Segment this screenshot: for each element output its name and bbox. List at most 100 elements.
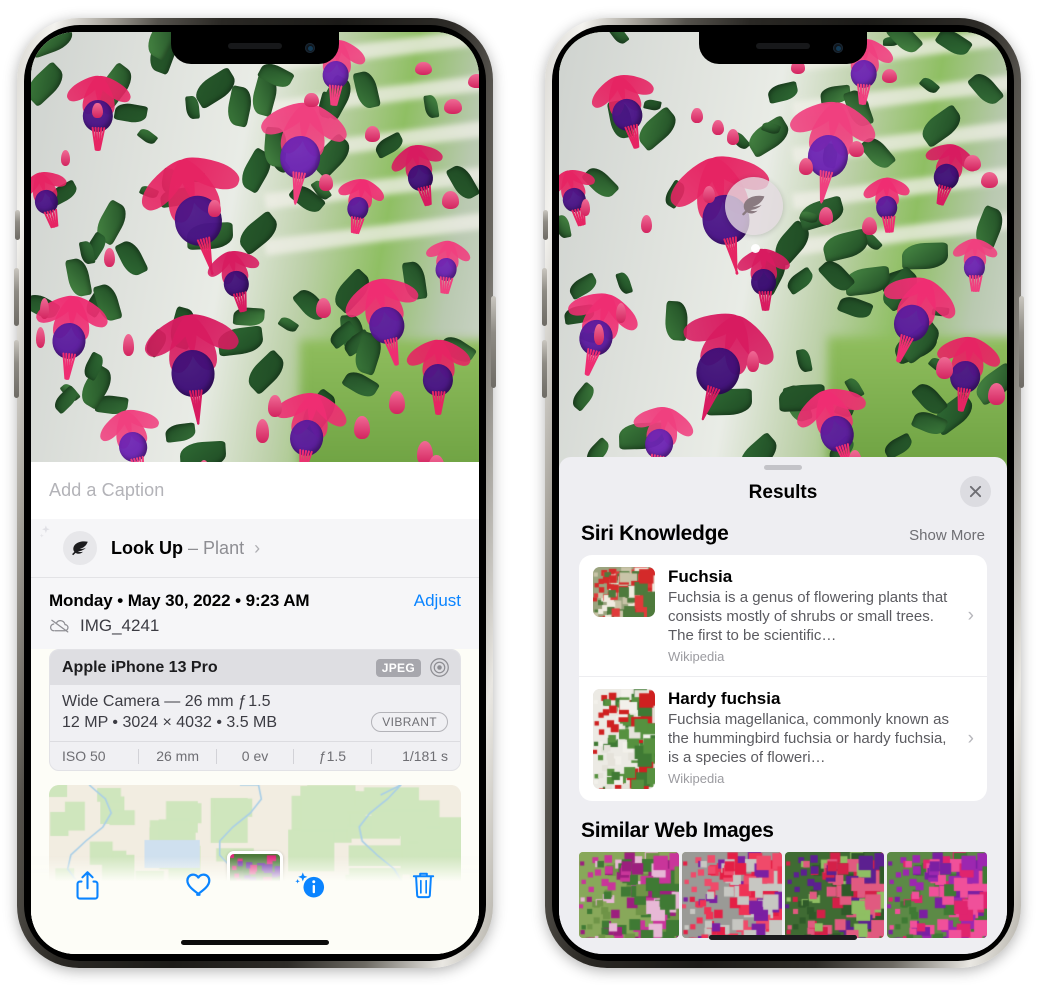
leaf-shape <box>31 60 70 107</box>
silent-switch[interactable] <box>543 210 548 240</box>
flower-bud <box>414 61 432 76</box>
siri-knowledge-header: Siri Knowledge Show More <box>559 516 1007 555</box>
leaf-badge <box>63 531 97 565</box>
heart-icon <box>185 873 210 896</box>
flower-bud <box>208 199 221 218</box>
chevron-right-icon: › <box>254 537 261 558</box>
front-camera-icon <box>833 43 843 53</box>
camera-info-card[interactable]: Apple iPhone 13 Pro JPEG Wide Camera — 2… <box>49 649 461 771</box>
home-indicator[interactable] <box>709 935 857 940</box>
exif-ev: 0 ev <box>241 748 269 764</box>
notch <box>699 32 867 64</box>
earpiece-speaker <box>756 43 810 49</box>
chevron-right-icon: › <box>967 728 974 749</box>
metadata-filename-row: IMG_4241 <box>49 611 461 649</box>
flower-bud <box>442 191 460 209</box>
leaf-icon <box>71 540 88 555</box>
caption-input[interactable]: Add a Caption <box>49 480 164 501</box>
knowledge-title: Hardy fuchsia <box>668 689 781 708</box>
web-image-thumb[interactable] <box>784 852 885 938</box>
info-button[interactable] <box>255 870 367 901</box>
look-up-row[interactable]: Look Up – Plant › <box>31 519 479 577</box>
similar-web-images-header: Similar Web Images <box>559 801 1007 852</box>
filename-label: IMG_4241 <box>80 616 160 635</box>
siri-knowledge-title: Siri Knowledge <box>581 522 729 545</box>
delete-button[interactable] <box>367 870 479 900</box>
web-image-thumb[interactable] <box>579 852 679 938</box>
capture-datetime: Monday • May 30, 2022 • 9:23 AM <box>49 591 310 610</box>
power-button[interactable] <box>491 296 496 388</box>
visual-lookup-badge[interactable] <box>725 177 783 235</box>
front-camera-icon <box>305 43 315 53</box>
leaf-shape <box>277 314 299 334</box>
caption-field-row[interactable]: Add a Caption <box>31 462 479 519</box>
flower-bud <box>881 69 898 84</box>
flower-shape <box>586 64 665 156</box>
web-image-thumb[interactable] <box>681 852 782 938</box>
photo-background <box>559 32 1007 468</box>
sparkles-icon <box>39 525 50 538</box>
exif-aperture: ƒ1.5 <box>318 748 347 764</box>
leaf-icon <box>742 195 765 216</box>
flower-bud <box>593 323 604 345</box>
favorite-button[interactable] <box>143 870 255 898</box>
photo-viewer-right[interactable] <box>559 32 1007 468</box>
flower-bud <box>467 74 479 89</box>
flower-shape <box>139 305 243 429</box>
flower-bud <box>318 173 334 191</box>
icloud-slash-icon <box>49 619 69 633</box>
metadata-section: Monday • May 30, 2022 • 9:23 AM Adjust I… <box>31 577 479 649</box>
similar-web-images-title: Similar Web Images <box>581 819 774 842</box>
flower-bud <box>315 297 331 318</box>
volume-down-button[interactable] <box>542 340 547 398</box>
volume-up-button[interactable] <box>14 268 19 326</box>
look-up-dash: – <box>188 537 199 558</box>
look-up-label: Look Up <box>111 537 183 558</box>
photographic-style-badge: VIBRANT <box>371 712 448 732</box>
iphone-right-device: Results Siri Knowledge Show More Fuchsia… <box>542 18 1024 968</box>
photo-background <box>31 32 479 472</box>
info-sparkle-icon <box>295 872 325 898</box>
knowledge-item[interactable]: Hardy fuchsia Fuchsia magellanica, commo… <box>579 676 987 801</box>
leaf-shape <box>136 126 159 147</box>
chevron-right-icon: › <box>967 604 974 626</box>
close-button[interactable] <box>960 476 991 507</box>
flower-bud <box>936 357 953 380</box>
visual-lookup-dot <box>751 244 760 253</box>
flower-shape <box>204 242 267 316</box>
trash-icon <box>412 872 434 899</box>
web-image-thumb[interactable] <box>887 852 987 938</box>
flower-shape <box>331 173 387 238</box>
flower-bud <box>799 158 814 175</box>
knowledge-item[interactable]: Fuchsia Fuchsia is a genus of flowering … <box>579 555 987 676</box>
flower-bud <box>304 92 319 108</box>
knowledge-source: Wikipedia <box>668 771 725 786</box>
flower-bud <box>92 103 103 118</box>
knowledge-description: Fuchsia is a genus of flowering plants t… <box>668 589 948 644</box>
look-up-subject: Plant <box>203 537 245 558</box>
camera-aperture-icon <box>430 658 449 677</box>
flower-bud <box>691 108 703 124</box>
show-more-button[interactable]: Show More <box>909 527 985 544</box>
volume-up-button[interactable] <box>542 268 547 326</box>
leaf-shape <box>820 228 870 264</box>
home-indicator[interactable] <box>181 940 329 945</box>
power-button[interactable] <box>1019 296 1024 388</box>
similar-web-images-grid <box>559 852 1007 938</box>
photo-viewer-left[interactable] <box>31 32 479 472</box>
left-screen: Add a Caption Look Up – Plant › Monday •… <box>31 32 479 954</box>
flower-bud <box>60 150 71 167</box>
silent-switch[interactable] <box>15 210 20 240</box>
volume-down-button[interactable] <box>14 340 19 398</box>
flower-shape <box>422 235 474 296</box>
flower-bud <box>848 141 864 158</box>
leaf-shape <box>423 94 440 120</box>
camera-card-badges: JPEG <box>375 657 450 678</box>
knowledge-description: Fuchsia magellanica, commonly known as t… <box>668 711 949 766</box>
knowledge-thumbnail <box>593 689 655 789</box>
knowledge-text: Hardy fuchsia Fuchsia magellanica, commo… <box>668 689 975 786</box>
share-button[interactable] <box>31 870 143 901</box>
siri-knowledge-card: Fuchsia Fuchsia is a genus of flowering … <box>579 555 987 801</box>
flower-bud <box>122 334 134 356</box>
adjust-button[interactable]: Adjust <box>414 591 461 611</box>
